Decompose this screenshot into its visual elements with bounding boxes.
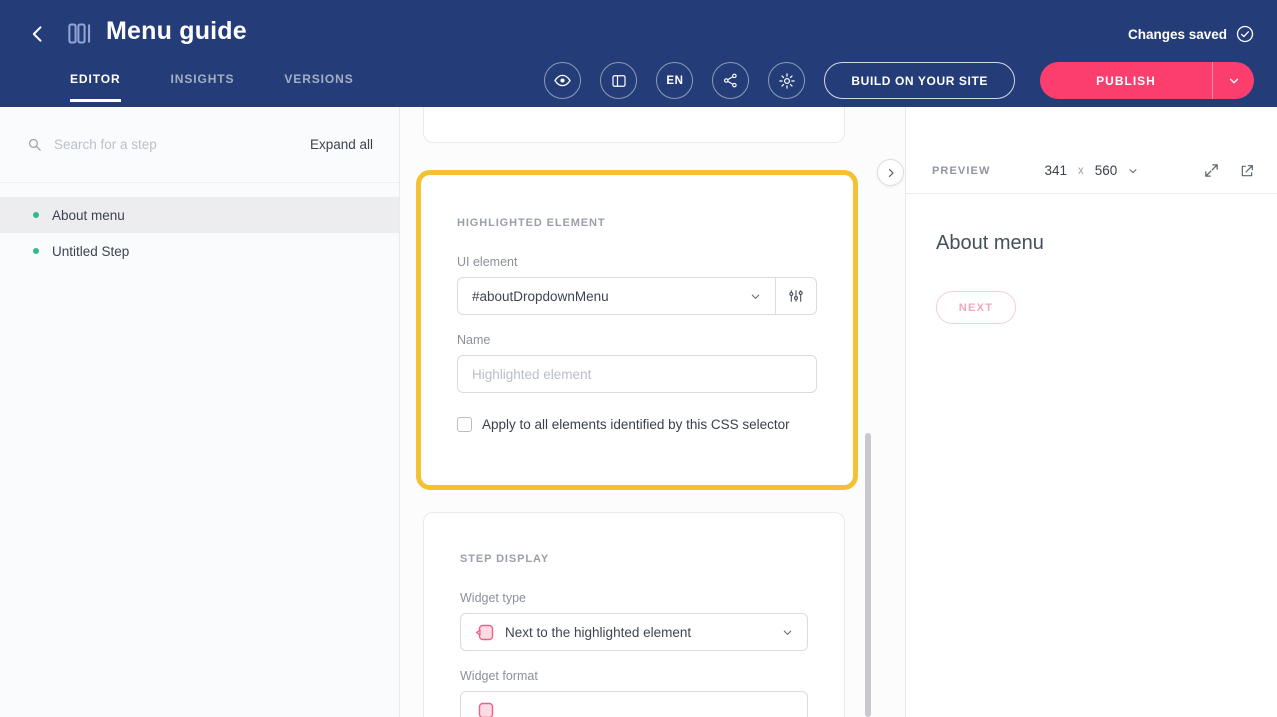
step-search	[26, 136, 310, 153]
check-circle-icon	[1235, 24, 1255, 44]
publish-button[interactable]: PUBLISH	[1040, 62, 1212, 99]
main-area: Expand all About menu Untitled Step HIGH…	[0, 107, 1277, 717]
layout-button[interactable]	[600, 62, 637, 99]
step-editor: HIGHLIGHTED ELEMENT UI element #aboutDro…	[400, 107, 905, 717]
build-on-your-site-button[interactable]: BUILD ON YOUR SITE	[824, 62, 1015, 99]
language-label: EN	[666, 75, 683, 87]
guide-columns-icon	[66, 20, 93, 47]
preview-header: PREVIEW 341 x 560	[906, 148, 1277, 194]
search-input[interactable]	[54, 137, 224, 152]
apply-all-label: Apply to all elements identified by this…	[482, 417, 790, 432]
language-button[interactable]: EN	[656, 62, 693, 99]
preview-width: 341	[1044, 163, 1067, 178]
selector-settings-button[interactable]	[775, 278, 816, 314]
tab-insights[interactable]: INSIGHTS	[171, 72, 235, 102]
apply-all-row: Apply to all elements identified by this…	[457, 417, 817, 432]
app-header: Menu guide Changes saved EDITOR INSIGHTS…	[0, 0, 1277, 107]
publish-button-group: PUBLISH	[1040, 62, 1254, 99]
preview-label: PREVIEW	[932, 165, 990, 177]
collapse-panel-button[interactable]	[877, 159, 904, 186]
widget-type-select-main: Next to the highlighted element	[461, 614, 807, 650]
expand-all-link[interactable]: Expand all	[310, 137, 373, 152]
widget-type-select[interactable]: Next to the highlighted element	[460, 613, 808, 651]
ui-element-label: UI element	[457, 255, 817, 269]
widget-tooltip-icon	[475, 624, 494, 641]
ui-element-value: #aboutDropdownMenu	[472, 289, 739, 304]
chevron-right-icon	[885, 167, 897, 179]
chevron-down-icon	[1128, 166, 1138, 176]
preview-height: 560	[1095, 163, 1118, 178]
changes-saved-label: Changes saved	[1128, 27, 1227, 42]
header-actions: EN BUILD ON YOUR SITE PUBLISH	[544, 62, 1254, 99]
widget-format-select-main	[461, 692, 807, 717]
widget-type-label: Widget type	[460, 591, 808, 605]
preview-header-icons	[1203, 162, 1255, 179]
step-item-untitled[interactable]: Untitled Step	[0, 233, 399, 269]
step-label: About menu	[52, 208, 125, 223]
back-button[interactable]	[24, 20, 52, 48]
changes-saved-status: Changes saved	[1128, 24, 1255, 44]
chevron-left-icon	[28, 24, 48, 44]
header-tabs: EDITOR INSIGHTS VERSIONS	[70, 72, 354, 102]
build-button-label: BUILD ON YOUR SITE	[851, 74, 988, 88]
eye-icon	[553, 71, 572, 90]
preview-next-button[interactable]: NEXT	[936, 291, 1016, 324]
expand-preview-button[interactable]	[1203, 162, 1220, 179]
apply-all-checkbox[interactable]	[457, 417, 472, 432]
editor-scrollbar[interactable]	[865, 433, 871, 717]
steps-sidebar: Expand all About menu Untitled Step	[0, 107, 400, 717]
preview-step-title: About menu	[936, 232, 1247, 255]
preview-canvas: About menu NEXT	[906, 194, 1277, 717]
publish-button-label: PUBLISH	[1096, 74, 1156, 88]
step-item-about-menu[interactable]: About menu	[0, 197, 399, 233]
step-status-dot	[33, 248, 39, 254]
widget-format-icon	[475, 702, 494, 717]
ui-element-select-group: #aboutDropdownMenu	[457, 277, 817, 315]
widget-format-label: Widget format	[460, 669, 808, 683]
tab-editor[interactable]: EDITOR	[70, 72, 121, 102]
search-icon	[26, 136, 43, 153]
chevron-down-icon	[1227, 74, 1241, 88]
preview-panel: PREVIEW 341 x 560	[905, 107, 1277, 717]
highlighted-element-section-title: HIGHLIGHTED ELEMENT	[457, 217, 817, 229]
publish-options-button[interactable]	[1212, 62, 1254, 99]
share-button[interactable]	[712, 62, 749, 99]
app-window: Menu guide Changes saved EDITOR INSIGHTS…	[0, 0, 1277, 717]
preview-eye-button[interactable]	[544, 62, 581, 99]
step-list: About menu Untitled Step	[0, 183, 399, 269]
layout-panel-icon	[610, 72, 628, 90]
step-display-card: STEP DISPLAY Widget type Next to the hig…	[423, 512, 845, 717]
tab-versions[interactable]: VERSIONS	[284, 72, 353, 102]
open-external-button[interactable]	[1239, 163, 1255, 179]
settings-button[interactable]	[768, 62, 805, 99]
preview-size-dropdown[interactable]: 341 x 560	[1044, 163, 1138, 178]
step-status-dot	[33, 212, 39, 218]
gear-icon	[778, 72, 796, 90]
widget-format-select[interactable]	[460, 691, 808, 717]
chevron-down-icon	[750, 291, 761, 302]
sliders-icon	[788, 288, 804, 304]
name-label: Name	[457, 333, 817, 347]
step-label: Untitled Step	[52, 244, 129, 259]
preview-size-separator: x	[1078, 165, 1084, 177]
ui-element-select[interactable]: #aboutDropdownMenu	[458, 278, 775, 314]
widget-type-value: Next to the highlighted element	[505, 625, 771, 640]
share-icon	[722, 72, 739, 89]
element-name-input[interactable]	[457, 355, 817, 393]
chevron-down-icon	[782, 627, 793, 638]
sidebar-search-row: Expand all	[0, 107, 399, 183]
previous-card-partial	[423, 107, 845, 143]
step-display-section-title: STEP DISPLAY	[460, 553, 808, 565]
page-title: Menu guide	[106, 17, 247, 46]
highlighted-element-card: HIGHLIGHTED ELEMENT UI element #aboutDro…	[416, 170, 858, 490]
